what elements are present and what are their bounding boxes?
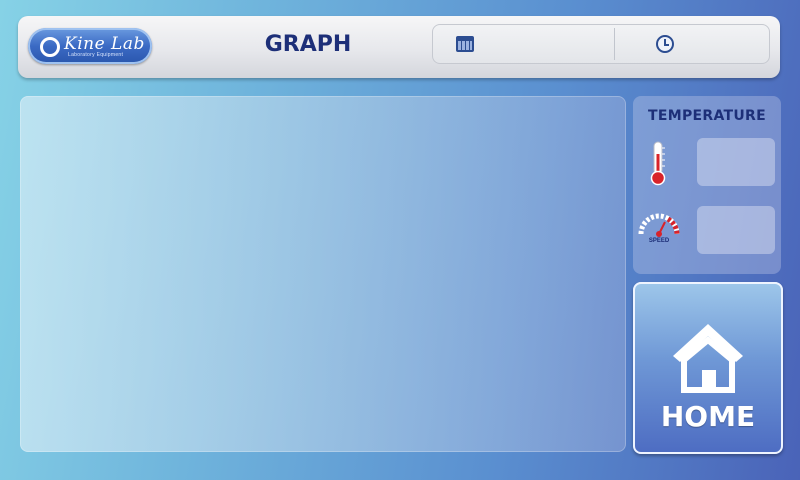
speed-value-box [697,206,775,254]
kinelab-logo: Kine Lab Laboratory Equipment [28,28,152,64]
temperature-value-box [697,138,775,186]
speedometer-gauge [638,213,680,237]
logo-ring-icon [40,37,60,57]
temperature-panel: TEMPERATURE SPEED [633,96,781,274]
temperature-title: TEMPERATURE [648,108,766,124]
speedometer-icon: SPEED [635,206,683,250]
speed-label: SPEED [648,238,670,244]
graph-area [20,96,626,452]
logo-tagline: Laboratory Equipment [68,52,124,58]
home-button[interactable]: HOME [633,282,783,454]
house-icon [673,324,743,393]
date-time-divider [614,28,615,60]
page-title: GRAPH [264,32,352,57]
logo-text: Kine Lab [64,34,145,54]
date-time-display [432,24,770,64]
calendar-icon [456,36,474,52]
home-button-label: HOME [660,400,756,433]
thermometer-icon [650,141,666,186]
top-bar: Kine Lab Laboratory Equipment GRAPH [18,16,780,78]
clock-icon [656,35,674,53]
